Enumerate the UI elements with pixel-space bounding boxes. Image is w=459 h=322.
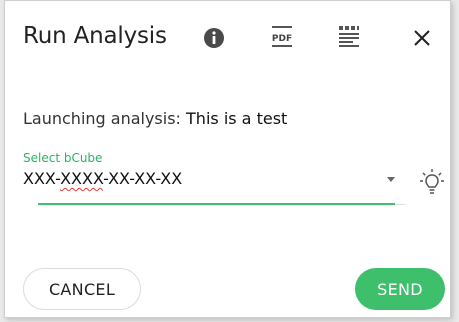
run-analysis-dialog: Run Analysis PDF Launching analysis: Thi… — [4, 0, 451, 318]
bcube-value-part: -XX-XX-XX — [103, 169, 183, 188]
bcube-input-underline — [38, 203, 395, 205]
lightbulb-icon[interactable] — [419, 167, 445, 197]
close-icon[interactable] — [413, 29, 431, 47]
bcube-value-misspelled: XXXX — [60, 169, 104, 188]
launch-status-text: Launching analysis: This is a test — [23, 109, 287, 128]
chevron-down-icon[interactable] — [386, 169, 396, 182]
status-prefix: Launching analysis: — [23, 109, 187, 128]
pdf-icon[interactable]: PDF — [268, 23, 296, 51]
bcube-input[interactable]: XXX-XXXX-XX-XX-XX — [23, 169, 373, 191]
pdf-icon-label: PDF — [272, 34, 292, 44]
cancel-button[interactable]: CANCEL — [23, 268, 141, 310]
send-button[interactable]: SEND — [355, 268, 445, 310]
analysis-name: This is a test — [186, 109, 288, 128]
bcube-value-part: XXX- — [23, 169, 61, 188]
bcube-field-label: Select bCube — [23, 151, 103, 165]
dialog-title: Run Analysis — [23, 23, 167, 49]
info-icon[interactable] — [203, 27, 225, 49]
bcube-input-underline-tail — [395, 204, 405, 205]
list-icon[interactable] — [337, 24, 361, 48]
